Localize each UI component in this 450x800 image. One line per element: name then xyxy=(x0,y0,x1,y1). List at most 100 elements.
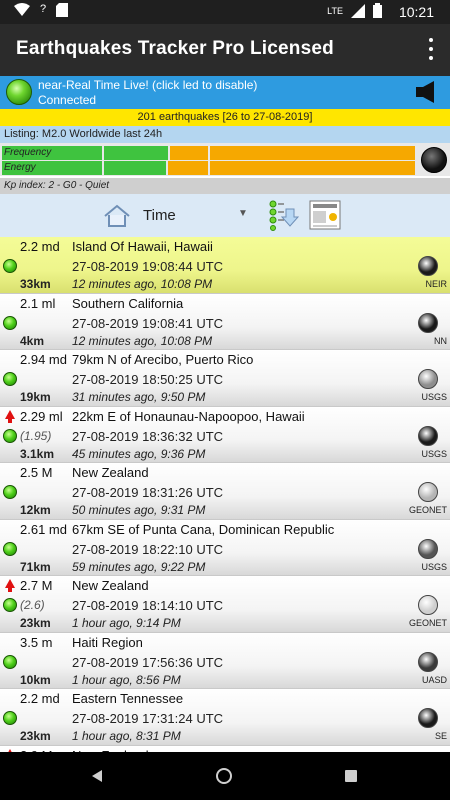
intensity-indicator-icon xyxy=(418,651,438,672)
home-circle-icon[interactable] xyxy=(216,768,232,784)
app-bar: Earthquakes Tracker Pro Licensed xyxy=(0,24,450,76)
arrow-up-icon xyxy=(5,409,15,423)
network-source: NEIR xyxy=(425,279,447,289)
sort-toolbar: Time ▼ xyxy=(0,194,450,237)
quake-row[interactable]: 2.61 md 67km SE of Punta Cana, Dominican … xyxy=(0,519,450,576)
meter-knob-icon[interactable] xyxy=(421,147,447,173)
location: 67km SE of Punta Cana, Dominican Republi… xyxy=(72,521,335,537)
back-icon[interactable] xyxy=(92,770,102,782)
location: Southern California xyxy=(72,295,184,311)
time-ago: 50 minutes ago, 9:31 PM xyxy=(72,503,206,517)
status-right-icons: LTE xyxy=(327,3,382,18)
earthquake-count: 201 earthquakes [26 to 27-08-2019] xyxy=(0,109,450,126)
intensity-indicator-icon xyxy=(418,312,438,333)
quake-row[interactable]: 2.5 M New Zealand 27-08-2019 18:31:26 UTC 5… xyxy=(0,463,450,520)
datetime: 27-08-2019 17:31:24 UTC xyxy=(72,711,224,726)
depth: 4km xyxy=(20,333,45,348)
depth: 10km xyxy=(20,672,51,687)
question-icon: ? xyxy=(40,3,47,15)
listing-filter[interactable]: Listing: M2.0 Worldwide last 24h xyxy=(0,126,450,143)
speaker-icon[interactable] xyxy=(414,80,438,104)
previous-magnitude: (1.95) xyxy=(20,428,52,443)
status-dot-icon xyxy=(3,372,17,386)
quake-row[interactable]: 3.5 m Haiti Region 27-08-2019 17:56:36 UTC… xyxy=(0,632,450,689)
sd-card-icon xyxy=(56,3,69,17)
activity-meters: Frequency Energy xyxy=(0,143,450,176)
overflow-menu-icon[interactable] xyxy=(426,36,436,62)
status-dot-icon xyxy=(3,541,17,556)
energy-label: Energy xyxy=(4,162,36,173)
live-status-bar: near-Real Time Live! (click led to disab… xyxy=(0,76,450,109)
time-ago: 45 minutes ago, 9:36 PM xyxy=(72,446,206,461)
time-ago: 31 minutes ago, 9:50 PM xyxy=(72,390,206,404)
magnitude: 2.2 md xyxy=(20,239,60,254)
sort-selector[interactable]: Time xyxy=(143,207,176,224)
quake-row[interactable]: 2.2 md Island Of Hawaii, Hawaii 27-08-2019… xyxy=(0,237,450,294)
intensity-indicator-icon xyxy=(418,425,438,446)
datetime: 27-08-2019 19:08:41 UTC xyxy=(72,315,224,331)
kp-index: Kp index: 2 - G0 - Quiet xyxy=(0,178,450,194)
magnitude: 2.1 ml xyxy=(20,295,56,311)
status-dot-icon xyxy=(3,428,17,443)
time-ago: 12 minutes ago, 10:08 PM xyxy=(72,333,213,348)
status-dot-icon xyxy=(3,259,17,273)
intensity-indicator-icon xyxy=(418,708,438,728)
quake-row[interactable]: 2.94 md 79km N of Arecibo, Puerto Rico 27-… xyxy=(0,350,450,407)
depth: 23km xyxy=(20,729,51,743)
depth: 19km xyxy=(20,390,51,404)
news-icon[interactable] xyxy=(309,200,341,230)
network-source: SE xyxy=(434,731,447,741)
time-ago: 1 hour ago, 8:56 PM xyxy=(72,672,181,687)
status-dot-icon xyxy=(3,711,17,725)
status-left-icons: ? xyxy=(14,3,69,17)
depth: 3.1km xyxy=(20,446,55,461)
network-source: GEONET xyxy=(408,618,447,628)
quake-row[interactable]: 2.1 ml Southern California 27-08-2019 19:0… xyxy=(0,293,450,350)
live-led-icon[interactable] xyxy=(6,79,32,105)
datetime: 27-08-2019 18:14:10 UTC xyxy=(72,598,224,613)
depth: 12km xyxy=(20,503,51,517)
time-ago: 1 hour ago, 9:14 PM xyxy=(72,616,181,630)
battery-icon xyxy=(373,3,382,18)
sort-list-icon[interactable] xyxy=(268,199,300,231)
datetime: 27-08-2019 18:50:25 UTC xyxy=(72,372,224,387)
magnitude: 2.61 md xyxy=(20,521,67,537)
status-bar: ? LTE 10:21 xyxy=(0,0,450,24)
home-icon[interactable] xyxy=(103,204,131,228)
datetime: 27-08-2019 18:31:26 UTC xyxy=(72,485,224,500)
depth: 23km xyxy=(20,616,51,630)
magnitude: 2.29 ml xyxy=(20,408,63,424)
network-source: UASD xyxy=(421,674,447,685)
location: 22km E of Honaunau-Napoopoo, Hawaii xyxy=(72,408,305,424)
live-status-text: near-Real Time Live! (click led to disab… xyxy=(38,78,258,92)
status-dot-icon xyxy=(3,315,17,330)
wifi-icon xyxy=(14,3,30,16)
app-title: Earthquakes Tracker Pro Licensed xyxy=(16,38,334,59)
time-ago: 1 hour ago, 8:31 PM xyxy=(72,729,181,743)
time-ago: 59 minutes ago, 9:22 PM xyxy=(72,559,206,574)
location: Island Of Hawaii, Hawaii xyxy=(72,239,213,254)
magnitude: 2.5 M xyxy=(20,465,53,480)
quake-row[interactable]: 2.29 ml 22km E of Honaunau-Napoopoo, Hawa… xyxy=(0,406,450,463)
navigation-bar xyxy=(0,752,450,800)
magnitude: 2.7 M xyxy=(20,578,53,593)
intensity-indicator-icon xyxy=(418,595,438,615)
magnitude: 2.2 md xyxy=(20,691,60,706)
recents-icon[interactable] xyxy=(345,770,357,782)
intensity-indicator-icon xyxy=(418,482,438,502)
frequency-meter: Frequency xyxy=(2,146,418,160)
arrow-up-icon xyxy=(5,579,15,592)
chevron-down-icon[interactable]: ▼ xyxy=(238,208,248,219)
lte-icon: LTE xyxy=(327,5,343,16)
network-source: NN xyxy=(434,335,447,346)
network-source: GEONET xyxy=(408,505,447,515)
quake-row[interactable]: 2.2 md Eastern Tennessee 27-08-2019 17:31:… xyxy=(0,689,450,746)
intensity-indicator-icon xyxy=(418,369,438,389)
location: New Zealand xyxy=(72,465,149,480)
location: Haiti Region xyxy=(72,634,143,650)
magnitude: 2.94 md xyxy=(20,352,67,367)
quake-row[interactable]: 2.7 M New Zealand 27-08-2019 18:14:10 UTC (… xyxy=(0,576,450,633)
depth: 33km xyxy=(20,277,51,291)
frequency-label: Frequency xyxy=(4,147,52,158)
location: Eastern Tennessee xyxy=(72,691,184,706)
